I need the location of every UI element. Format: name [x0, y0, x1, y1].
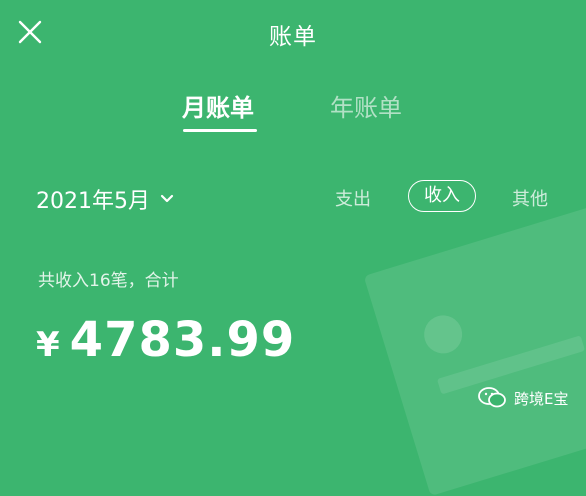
tab-monthly-bill[interactable]: 月账单	[182, 88, 254, 123]
decorative-circle	[419, 310, 467, 359]
month-picker-label: 2021年5月	[36, 189, 150, 214]
watermark: 跨境E宝	[478, 386, 568, 410]
amount-value: 4783.99	[69, 312, 296, 368]
filter-income[interactable]: 收入	[408, 180, 476, 212]
decorative-card	[363, 205, 586, 496]
tab-yearly-bill[interactable]: 年账单	[330, 88, 402, 123]
filter-other[interactable]: 其他	[512, 185, 548, 211]
page-title: 账单	[269, 24, 317, 50]
summary-text: 共收入16笔，合计	[38, 271, 179, 291]
filter-expense[interactable]: 支出	[335, 185, 371, 211]
total-amount: ¥ 4783.99	[36, 312, 295, 368]
active-tab-indicator	[183, 129, 257, 132]
month-picker[interactable]: 2021年5月	[36, 183, 174, 215]
wechat-icon	[478, 387, 506, 408]
watermark-text: 跨境E宝	[514, 389, 569, 408]
top-bar: 账单	[0, 0, 586, 64]
chevron-down-icon	[160, 194, 174, 203]
currency-symbol: ¥	[36, 325, 60, 365]
tab-bar: 月账单 年账单	[0, 88, 586, 138]
